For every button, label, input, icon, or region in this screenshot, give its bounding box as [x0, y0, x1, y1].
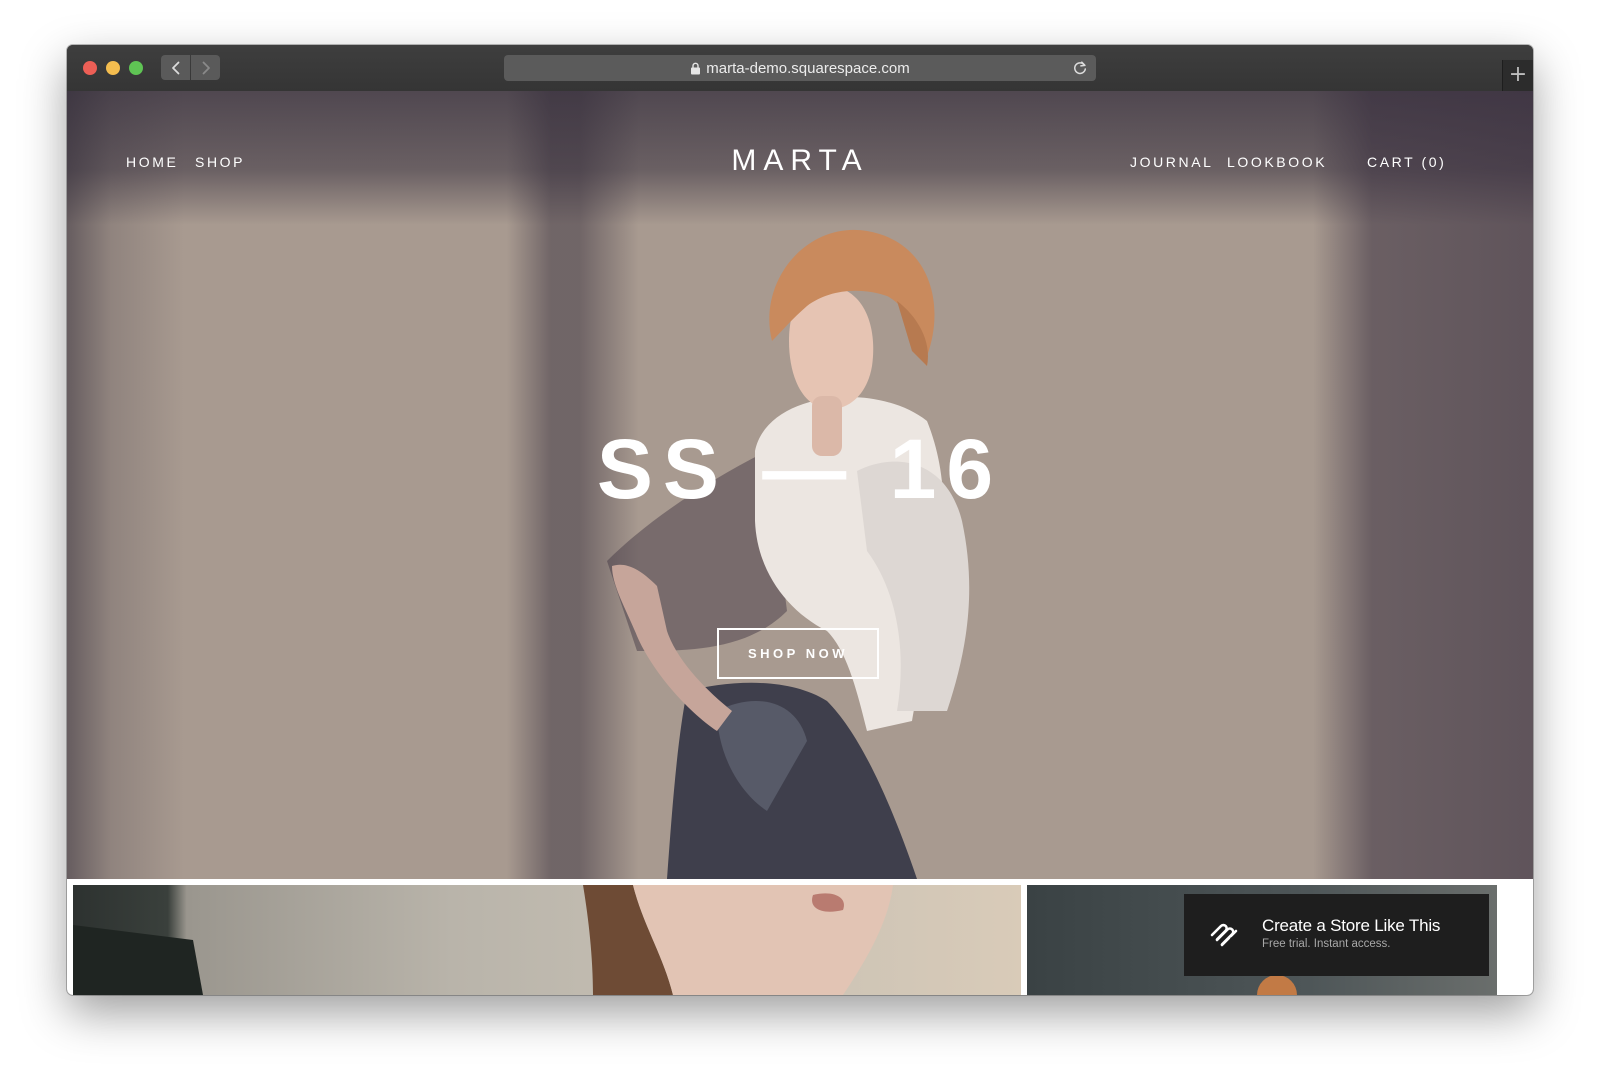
gallery-tile-portrait[interactable]	[73, 885, 1021, 995]
badge-title: Create a Store Like This	[1262, 916, 1441, 935]
hero-image: HOME SHOP MARTA JOURNAL LOOKBOOK CART (0…	[67, 91, 1533, 879]
close-window-button[interactable]	[83, 61, 97, 75]
url-text: marta-demo.squarespace.com	[706, 59, 910, 77]
new-tab-button[interactable]: +	[1502, 60, 1533, 91]
reload-icon[interactable]	[1072, 60, 1088, 76]
browser-toolbar: marta-demo.squarespace.com +	[67, 45, 1533, 92]
chevron-left-icon	[171, 61, 179, 74]
forward-button[interactable]	[191, 55, 220, 80]
minimize-window-button[interactable]	[106, 61, 120, 75]
shop-now-button[interactable]: SHOP NOW	[717, 628, 879, 679]
browser-window: marta-demo.squarespace.com + HOME SHOP M…	[67, 45, 1533, 995]
nav-lookbook-link[interactable]: LOOKBOOK	[1227, 154, 1327, 170]
nav-journal-link[interactable]: JOURNAL	[1130, 154, 1214, 170]
zoom-window-button[interactable]	[129, 61, 143, 75]
back-button[interactable]	[161, 55, 190, 80]
nav-cart-link[interactable]: CART (0)	[1367, 154, 1446, 170]
squarespace-logo-icon	[1210, 923, 1238, 947]
create-store-badge[interactable]: Create a Store Like This Free trial. Ins…	[1184, 894, 1489, 976]
badge-subtitle: Free trial. Instant access.	[1262, 938, 1391, 950]
chevron-right-icon	[202, 61, 210, 74]
hero-headline: SS — 16	[596, 422, 1004, 516]
portrait-illustration	[73, 885, 893, 995]
address-bar[interactable]: marta-demo.squarespace.com	[504, 55, 1096, 81]
lock-icon	[691, 62, 701, 74]
page-content: HOME SHOP MARTA JOURNAL LOOKBOOK CART (0…	[67, 91, 1533, 995]
